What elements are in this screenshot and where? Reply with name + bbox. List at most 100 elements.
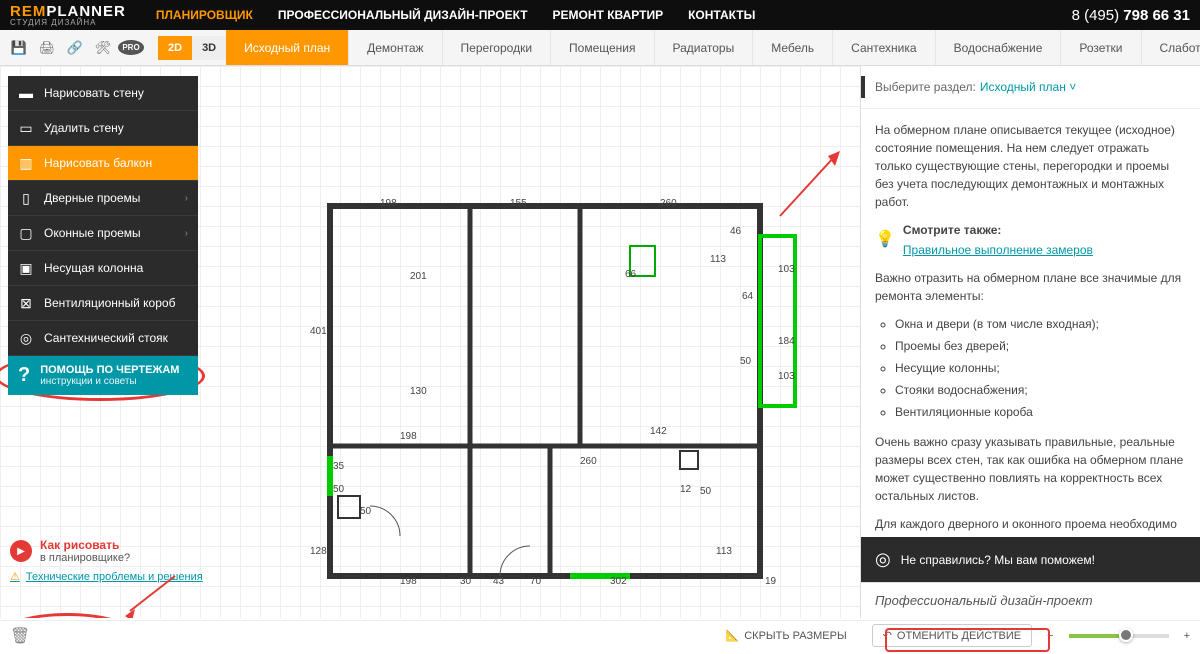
rp-text: Очень важно сразу указывать правильные, … — [875, 433, 1186, 505]
tech-problems-link[interactable]: ⚠ Технические проблемы и решения — [10, 570, 203, 583]
logo[interactable]: REMPLANNER СТУДИЯ ДИЗАЙНА — [10, 4, 126, 27]
dim-r7: 103 — [778, 371, 795, 382]
phone-prefix: 8 (495) — [1072, 7, 1124, 24]
rp-text: Важно отразить на обмерном плане все зна… — [875, 269, 1186, 305]
trash-icon[interactable]: 🗑 — [10, 626, 30, 646]
dim-302: 302 — [610, 576, 627, 587]
rp-text: Для каждого дверного и оконного проема н… — [875, 515, 1186, 537]
link-icon[interactable]: 🔗 — [64, 37, 86, 59]
dim-r4: 64 — [742, 291, 753, 302]
dim-260: 260 — [580, 456, 597, 467]
tab-rooms[interactable]: Помещения — [551, 30, 654, 65]
rp-list: Окна и двери (в том числе входная); Прое… — [895, 315, 1186, 421]
balcony-icon: ▥ — [18, 155, 34, 171]
canvas[interactable]: 198 155 260 401 128 201 130 198 66 142 2… — [0, 66, 860, 618]
undo-label: ОТМЕНИТЬ ДЕЙСТВИЕ — [897, 630, 1021, 642]
dim-198b: 198 — [400, 431, 417, 442]
side-delete-wall[interactable]: ▭Удалить стену — [8, 111, 198, 146]
help-banner-text: Не справились? Мы вам поможем! — [901, 553, 1095, 567]
hide-dimensions-button[interactable]: 📐 СКРЫТЬ РАЗМЕРЫ — [716, 625, 857, 646]
side-label: Несущая колонна — [44, 261, 143, 275]
warning-icon: ⚠ — [10, 570, 20, 583]
dim-66: 66 — [625, 269, 636, 280]
side-vent[interactable]: ⊠Вентиляционный короб — [8, 286, 198, 321]
print-icon[interactable]: 🖨 — [36, 37, 58, 59]
target-icon: ◎ — [875, 549, 891, 570]
nav-planner[interactable]: ПЛАНИРОВЩИК — [156, 8, 253, 22]
dim-12: 12 — [680, 484, 691, 495]
footer: 🗑 📐 СКРЫТЬ РАЗМЕРЫ ↶ ОТМЕНИТЬ ДЕЙСТВИЕ −… — [0, 620, 1200, 650]
help-title: ПОМОЩЬ ПО ЧЕРТЕЖАМ — [40, 364, 179, 376]
tab-radiators[interactable]: Радиаторы — [655, 30, 754, 65]
video-tutorial-link[interactable]: ▶ Как рисовать в планировщике? — [10, 538, 203, 564]
see-also-title: Смотрите также: — [903, 221, 1093, 239]
side-doors[interactable]: ▯Дверные проемы› — [8, 181, 198, 216]
logo-planner: PLANNER — [46, 3, 126, 20]
undo-icon: ↶ — [883, 629, 892, 642]
dim-r6: 50 — [740, 356, 751, 367]
dim-top-2: 155 — [510, 198, 527, 209]
dim-30: 30 — [460, 576, 471, 587]
2d-button[interactable]: 2D — [158, 36, 192, 60]
tools-icon[interactable]: 🛠 — [92, 37, 114, 59]
tab-lowcurrent[interactable]: Слаботочка — [1142, 30, 1200, 65]
side-draw-balcony[interactable]: ▥Нарисовать балкон — [8, 146, 198, 181]
zoom-slider[interactable] — [1069, 634, 1169, 638]
rp-section-label: Выберите раздел: — [875, 80, 976, 94]
main-area: 198 155 260 401 128 201 130 198 66 142 2… — [0, 66, 1200, 618]
tool-icons: 💾 🖨 🔗 🛠 PRO — [0, 37, 150, 59]
dim-top-1: 198 — [380, 198, 397, 209]
nav-renovation[interactable]: РЕМОНТ КВАРТИР — [553, 8, 664, 22]
list-item: Окна и двери (в том числе входная); — [895, 315, 1186, 333]
vent-icon: ⊠ — [18, 295, 34, 311]
pro-badge[interactable]: PRO — [120, 37, 142, 59]
see-also-link[interactable]: Правильное выполнение замеров — [903, 243, 1093, 257]
tab-plumbing[interactable]: Сантехника — [833, 30, 935, 65]
dim-43: 43 — [493, 576, 504, 587]
delete-wall-icon: ▭ — [18, 120, 34, 136]
tab-water[interactable]: Водоснабжение — [936, 30, 1062, 65]
nav-contacts[interactable]: КОНТАКТЫ — [688, 8, 755, 22]
tab-furniture[interactable]: Мебель — [753, 30, 833, 65]
rp-text: На обмерном плане описывается текущее (и… — [875, 121, 1186, 211]
help-banner[interactable]: ◎ Не справились? Мы вам поможем! — [861, 537, 1200, 582]
side-draw-wall[interactable]: ▬ Нарисовать стену — [8, 76, 198, 111]
tech-link-text: Технические проблемы и решения — [26, 571, 203, 583]
close-panel-button[interactable]: ✕ — [860, 76, 865, 98]
dimension-toggle: 2D 3D — [158, 36, 226, 60]
tab-source-plan[interactable]: Исходный план — [226, 30, 349, 65]
side-label: Дверные проемы — [44, 191, 140, 205]
side-riser[interactable]: ◎Сантехнический стояк — [8, 321, 198, 356]
floorplan[interactable] — [320, 196, 800, 599]
dim-left-1: 401 — [310, 326, 327, 337]
nav-design[interactable]: ПРОФЕССИОНАЛЬНЫЙ ДИЗАЙН-ПРОЕКТ — [278, 8, 528, 22]
dim-top-3: 260 — [660, 198, 677, 209]
phone-main: 798 66 31 — [1123, 7, 1190, 24]
rp-header: ✕ Выберите раздел: Исходный план ˅ — [861, 66, 1200, 109]
dim-201: 201 — [410, 271, 427, 282]
wall-icon: ▬ — [18, 85, 34, 101]
list-item: Проемы без дверей; — [895, 337, 1186, 355]
main-nav: ПЛАНИРОВЩИК ПРОФЕССИОНАЛЬНЫЙ ДИЗАЙН-ПРОЕ… — [156, 8, 755, 22]
rp-section-dropdown[interactable]: Исходный план ˅ — [980, 80, 1076, 94]
video-title: Как рисовать — [40, 538, 130, 552]
side-column[interactable]: ▣Несущая колонна — [8, 251, 198, 286]
tab-partitions[interactable]: Перегородки — [443, 30, 551, 65]
dim-r2: 113 — [710, 254, 726, 265]
pro-design-banner[interactable]: Профессиональный дизайн-проект — [861, 582, 1200, 618]
undo-button[interactable]: ↶ ОТМЕНИТЬ ДЕЙСТВИЕ — [872, 624, 1032, 647]
bulb-icon: 💡 — [875, 228, 895, 252]
dim-50c: 50 — [333, 484, 344, 495]
help-drawings[interactable]: ? ПОМОЩЬ ПО ЧЕРТЕЖАМ инструкции и советы — [8, 356, 198, 395]
zoom-minus[interactable]: − — [1047, 630, 1053, 642]
3d-button[interactable]: 3D — [192, 36, 226, 60]
tab-demolition[interactable]: Демонтаж — [349, 30, 442, 65]
tab-sockets[interactable]: Розетки — [1061, 30, 1141, 65]
hide-dims-label: СКРЫТЬ РАЗМЕРЫ — [744, 630, 846, 642]
save-icon[interactable]: 💾 — [8, 37, 30, 59]
zoom-plus[interactable]: + — [1184, 630, 1190, 642]
side-label: Нарисовать стену — [44, 86, 144, 100]
side-windows[interactable]: ▢Оконные проемы› — [8, 216, 198, 251]
slider-thumb[interactable] — [1119, 628, 1133, 642]
dim-left-2: 128 — [310, 546, 327, 557]
